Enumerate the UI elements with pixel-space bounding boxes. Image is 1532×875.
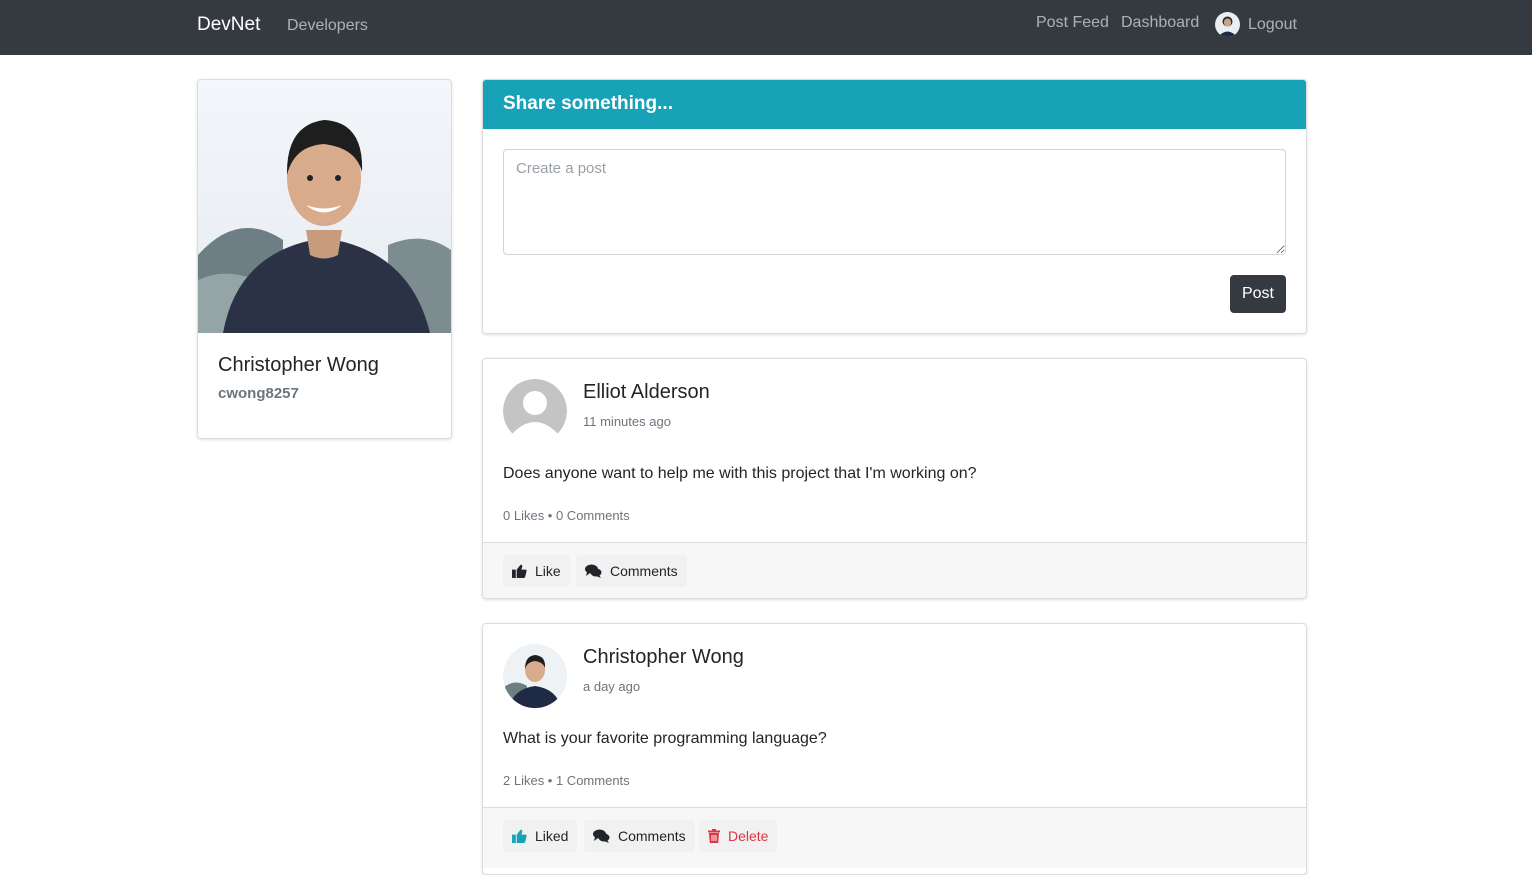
post-card: Elliot Alderson 11 minutes ago Does anyo… — [482, 358, 1307, 599]
comments-button[interactable]: Comments — [576, 555, 687, 587]
logout-label[interactable]: Logout — [1248, 16, 1297, 34]
comments-icon — [593, 829, 610, 843]
thumbs-up-icon — [512, 829, 527, 843]
profile-username: cwong8257 — [218, 385, 299, 402]
post-body-text: What is your favorite programming langua… — [503, 730, 827, 747]
post-actions-bar: Liked Comments Delete — [483, 807, 1306, 868]
user-avatar-icon — [1215, 12, 1240, 37]
post-timestamp: 11 minutes ago — [583, 414, 671, 429]
profile-name: Christopher Wong — [218, 354, 379, 376]
liked-label: Liked — [535, 828, 569, 844]
profile-card: Christopher Wong cwong8257 — [197, 79, 452, 439]
top-navbar: DevNet Developers Post Feed Dashboard Lo… — [0, 0, 1532, 55]
post-stats: 2 Likes • 1 Comments — [503, 773, 630, 788]
post-stats: 0 Likes • 0 Comments — [503, 508, 630, 523]
like-label: Like — [535, 563, 561, 579]
profile-photo — [198, 80, 451, 333]
brand-logo-link[interactable]: DevNet — [197, 14, 260, 36]
delete-button[interactable]: Delete — [699, 820, 778, 852]
post-button[interactable]: Post — [1230, 275, 1286, 313]
default-user-avatar-icon[interactable] — [503, 379, 567, 443]
comments-label: Comments — [610, 563, 678, 579]
comments-label: Comments — [618, 828, 686, 844]
nav-developers-link[interactable]: Developers — [287, 17, 368, 35]
comments-button[interactable]: Comments — [584, 820, 695, 852]
logout-link[interactable]: Logout — [1215, 12, 1297, 37]
share-card-header: Share something... — [483, 80, 1306, 129]
liked-button[interactable]: Liked — [503, 820, 578, 852]
post-author-name[interactable]: Elliot Alderson — [583, 381, 710, 404]
post-author-name[interactable]: Christopher Wong — [583, 646, 744, 669]
comments-icon — [585, 564, 602, 578]
delete-label: Delete — [728, 828, 769, 844]
post-timestamp: a day ago — [583, 679, 641, 694]
nav-dashboard-link[interactable]: Dashboard — [1121, 14, 1199, 32]
post-body-text: Does anyone want to help me with this pr… — [503, 465, 977, 482]
post-card: Christopher Wong a day ago What is your … — [482, 623, 1307, 875]
thumbs-up-icon — [512, 564, 527, 578]
create-post-textarea[interactable] — [503, 149, 1286, 255]
user-photo-avatar-icon[interactable] — [503, 644, 567, 708]
share-post-card: Share something... Post — [482, 79, 1307, 334]
share-card-title: Share something... — [503, 93, 673, 114]
post-actions-bar: Like Comments — [483, 542, 1306, 598]
trash-icon — [708, 829, 720, 843]
like-button[interactable]: Like — [503, 555, 570, 587]
nav-post-feed-link[interactable]: Post Feed — [1036, 14, 1109, 32]
